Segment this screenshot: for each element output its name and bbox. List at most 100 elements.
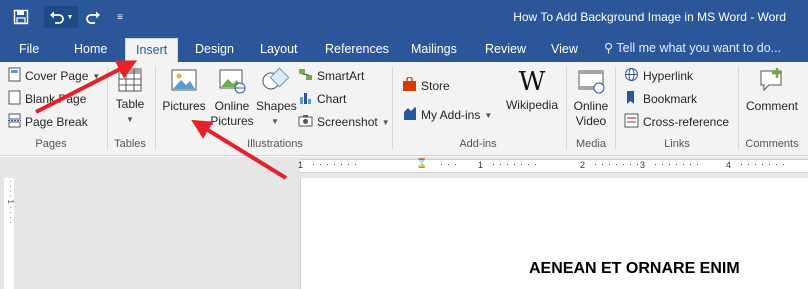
ribbon: Cover Page ▼ Blank Page Page Break Pages…: [0, 62, 808, 156]
blank-page-button[interactable]: Blank Page: [8, 89, 86, 109]
wikipedia-label: Wikipedia: [505, 98, 559, 112]
my-addins-icon: [402, 106, 417, 124]
document-page[interactable]: AENEAN ET ORNARE ENIM: [300, 178, 808, 289]
chart-button[interactable]: Chart: [298, 89, 346, 109]
my-addins-label: My Add-ins: [421, 108, 481, 122]
shapes-icon: [260, 66, 290, 99]
pictures-label: Pictures: [162, 99, 206, 113]
tab-references[interactable]: References: [325, 40, 389, 62]
screenshot-label: Screenshot: [317, 115, 378, 129]
customize-qat-icon[interactable]: ≡: [112, 6, 128, 28]
group-label-pages: Pages: [35, 138, 67, 150]
bookmark-icon: [624, 90, 639, 108]
lightbulb-icon: ⚲: [604, 41, 614, 55]
smartart-label: SmartArt: [317, 69, 365, 83]
comment-icon: [757, 66, 787, 99]
online-pictures-button[interactable]: Online Pictures: [210, 66, 254, 129]
shapes-label: Shapes: [256, 99, 297, 113]
group-label-tables: Tables: [114, 138, 146, 150]
cross-reference-icon: [624, 113, 639, 131]
ruler-mark: 2: [580, 160, 586, 170]
store-icon: [402, 76, 417, 95]
ruler-ticks: ·······: [654, 159, 703, 169]
ruler-ticks: · · · · 1 · · · ·: [6, 180, 15, 224]
tab-home[interactable]: Home: [74, 40, 107, 62]
group-label-media: Media: [576, 138, 606, 150]
group-divider: [566, 66, 567, 150]
bookmark-button[interactable]: Bookmark: [624, 89, 697, 109]
tab-insert[interactable]: Insert: [125, 38, 179, 62]
cross-reference-button[interactable]: Cross-reference: [624, 112, 729, 132]
tab-file[interactable]: File: [19, 40, 39, 62]
tab-view[interactable]: View: [551, 40, 578, 62]
tab-mailings[interactable]: Mailings: [411, 40, 457, 62]
chevron-down-icon: ▼: [484, 110, 493, 120]
chart-label: Chart: [317, 92, 347, 106]
cover-page-label: Cover Page: [25, 69, 89, 83]
group-label-addins: Add-ins: [459, 138, 497, 150]
wikipedia-button[interactable]: W Wikipedia: [504, 66, 560, 113]
chevron-down-icon: ▼: [126, 115, 134, 124]
page-break-icon: [8, 113, 21, 131]
group-divider: [107, 66, 108, 150]
horizontal-ruler[interactable]: 1 ······· ⌛ ··· 1 ······· 2 ······· 3 ··…: [298, 158, 808, 173]
ruler-mark: 1: [478, 160, 484, 170]
indent-marker-icon[interactable]: ⌛: [416, 158, 427, 169]
hyperlink-label: Hyperlink: [643, 69, 694, 83]
chevron-down-icon: ▼: [92, 71, 101, 81]
group-label-illustrations: Illustrations: [247, 138, 303, 150]
tab-review[interactable]: Review: [485, 40, 526, 62]
tab-layout[interactable]: Layout: [260, 40, 298, 62]
store-label: Store: [421, 79, 450, 93]
ruler-ticks: ·······: [492, 159, 541, 169]
group-divider: [615, 66, 616, 150]
cover-page-icon: [8, 67, 21, 85]
cross-reference-label: Cross-reference: [643, 115, 730, 129]
redo-icon[interactable]: [82, 6, 104, 28]
ribbon-tabs: File Home Insert Design Layout Reference…: [0, 36, 808, 62]
online-pictures-label-2: Pictures: [210, 114, 254, 128]
group-divider: [392, 66, 393, 150]
smartart-button[interactable]: SmartArt: [298, 66, 364, 86]
save-icon[interactable]: [10, 6, 32, 28]
online-video-icon: [576, 66, 606, 99]
table-button[interactable]: Table ▼: [112, 66, 148, 127]
ruler-ticks: ···: [440, 159, 461, 169]
hyperlink-button[interactable]: Hyperlink: [624, 66, 693, 86]
undo-icon[interactable]: ▼: [44, 6, 78, 28]
pictures-button[interactable]: Pictures: [160, 66, 208, 114]
tell-me-text: Tell me what you want to do...: [616, 41, 782, 55]
shapes-button[interactable]: Shapes ▼: [256, 66, 297, 129]
page-break-button[interactable]: Page Break: [8, 112, 88, 132]
window-title: How To Add Background Image in MS Word -…: [513, 10, 786, 24]
screenshot-button[interactable]: Screenshot ▼: [298, 112, 390, 132]
bookmark-label: Bookmark: [643, 92, 698, 106]
online-video-button[interactable]: Online Video: [570, 66, 612, 129]
group-label-comments: Comments: [745, 138, 799, 150]
tell-me-box[interactable]: ⚲ Tell me what you want to do...: [604, 40, 781, 55]
vertical-ruler[interactable]: · · · · 1 · · · ·: [4, 178, 15, 289]
table-icon: [116, 66, 144, 97]
group-divider: [738, 66, 739, 150]
online-video-label-1: Online: [573, 99, 609, 113]
comment-button[interactable]: Comment: [742, 66, 802, 114]
hyperlink-icon: [624, 67, 639, 85]
ruler-row: 1 ······· ⌛ ··· 1 ······· 2 ······· 3 ··…: [0, 157, 808, 175]
chevron-down-icon: ▼: [381, 117, 390, 127]
blank-page-label: Blank Page: [25, 92, 87, 106]
ruler-mark: 3: [640, 160, 646, 170]
cover-page-button[interactable]: Cover Page ▼: [8, 66, 100, 86]
online-video-label-2: Video: [575, 114, 607, 128]
tab-design[interactable]: Design: [195, 40, 234, 62]
store-button[interactable]: Store: [402, 76, 450, 96]
page-break-label: Page Break: [25, 115, 88, 129]
my-addins-button[interactable]: My Add-ins ▼: [402, 105, 492, 125]
ruler-ticks: ·······: [594, 159, 643, 169]
blank-page-icon: [8, 90, 21, 108]
online-pictures-icon: [217, 66, 247, 99]
comment-label: Comment: [745, 99, 798, 113]
title-bar: ▼ ≡ How To Add Background Image in MS Wo…: [0, 0, 808, 36]
online-pictures-label-1: Online: [214, 99, 250, 113]
group-divider: [155, 66, 156, 150]
table-label: Table: [115, 97, 145, 111]
